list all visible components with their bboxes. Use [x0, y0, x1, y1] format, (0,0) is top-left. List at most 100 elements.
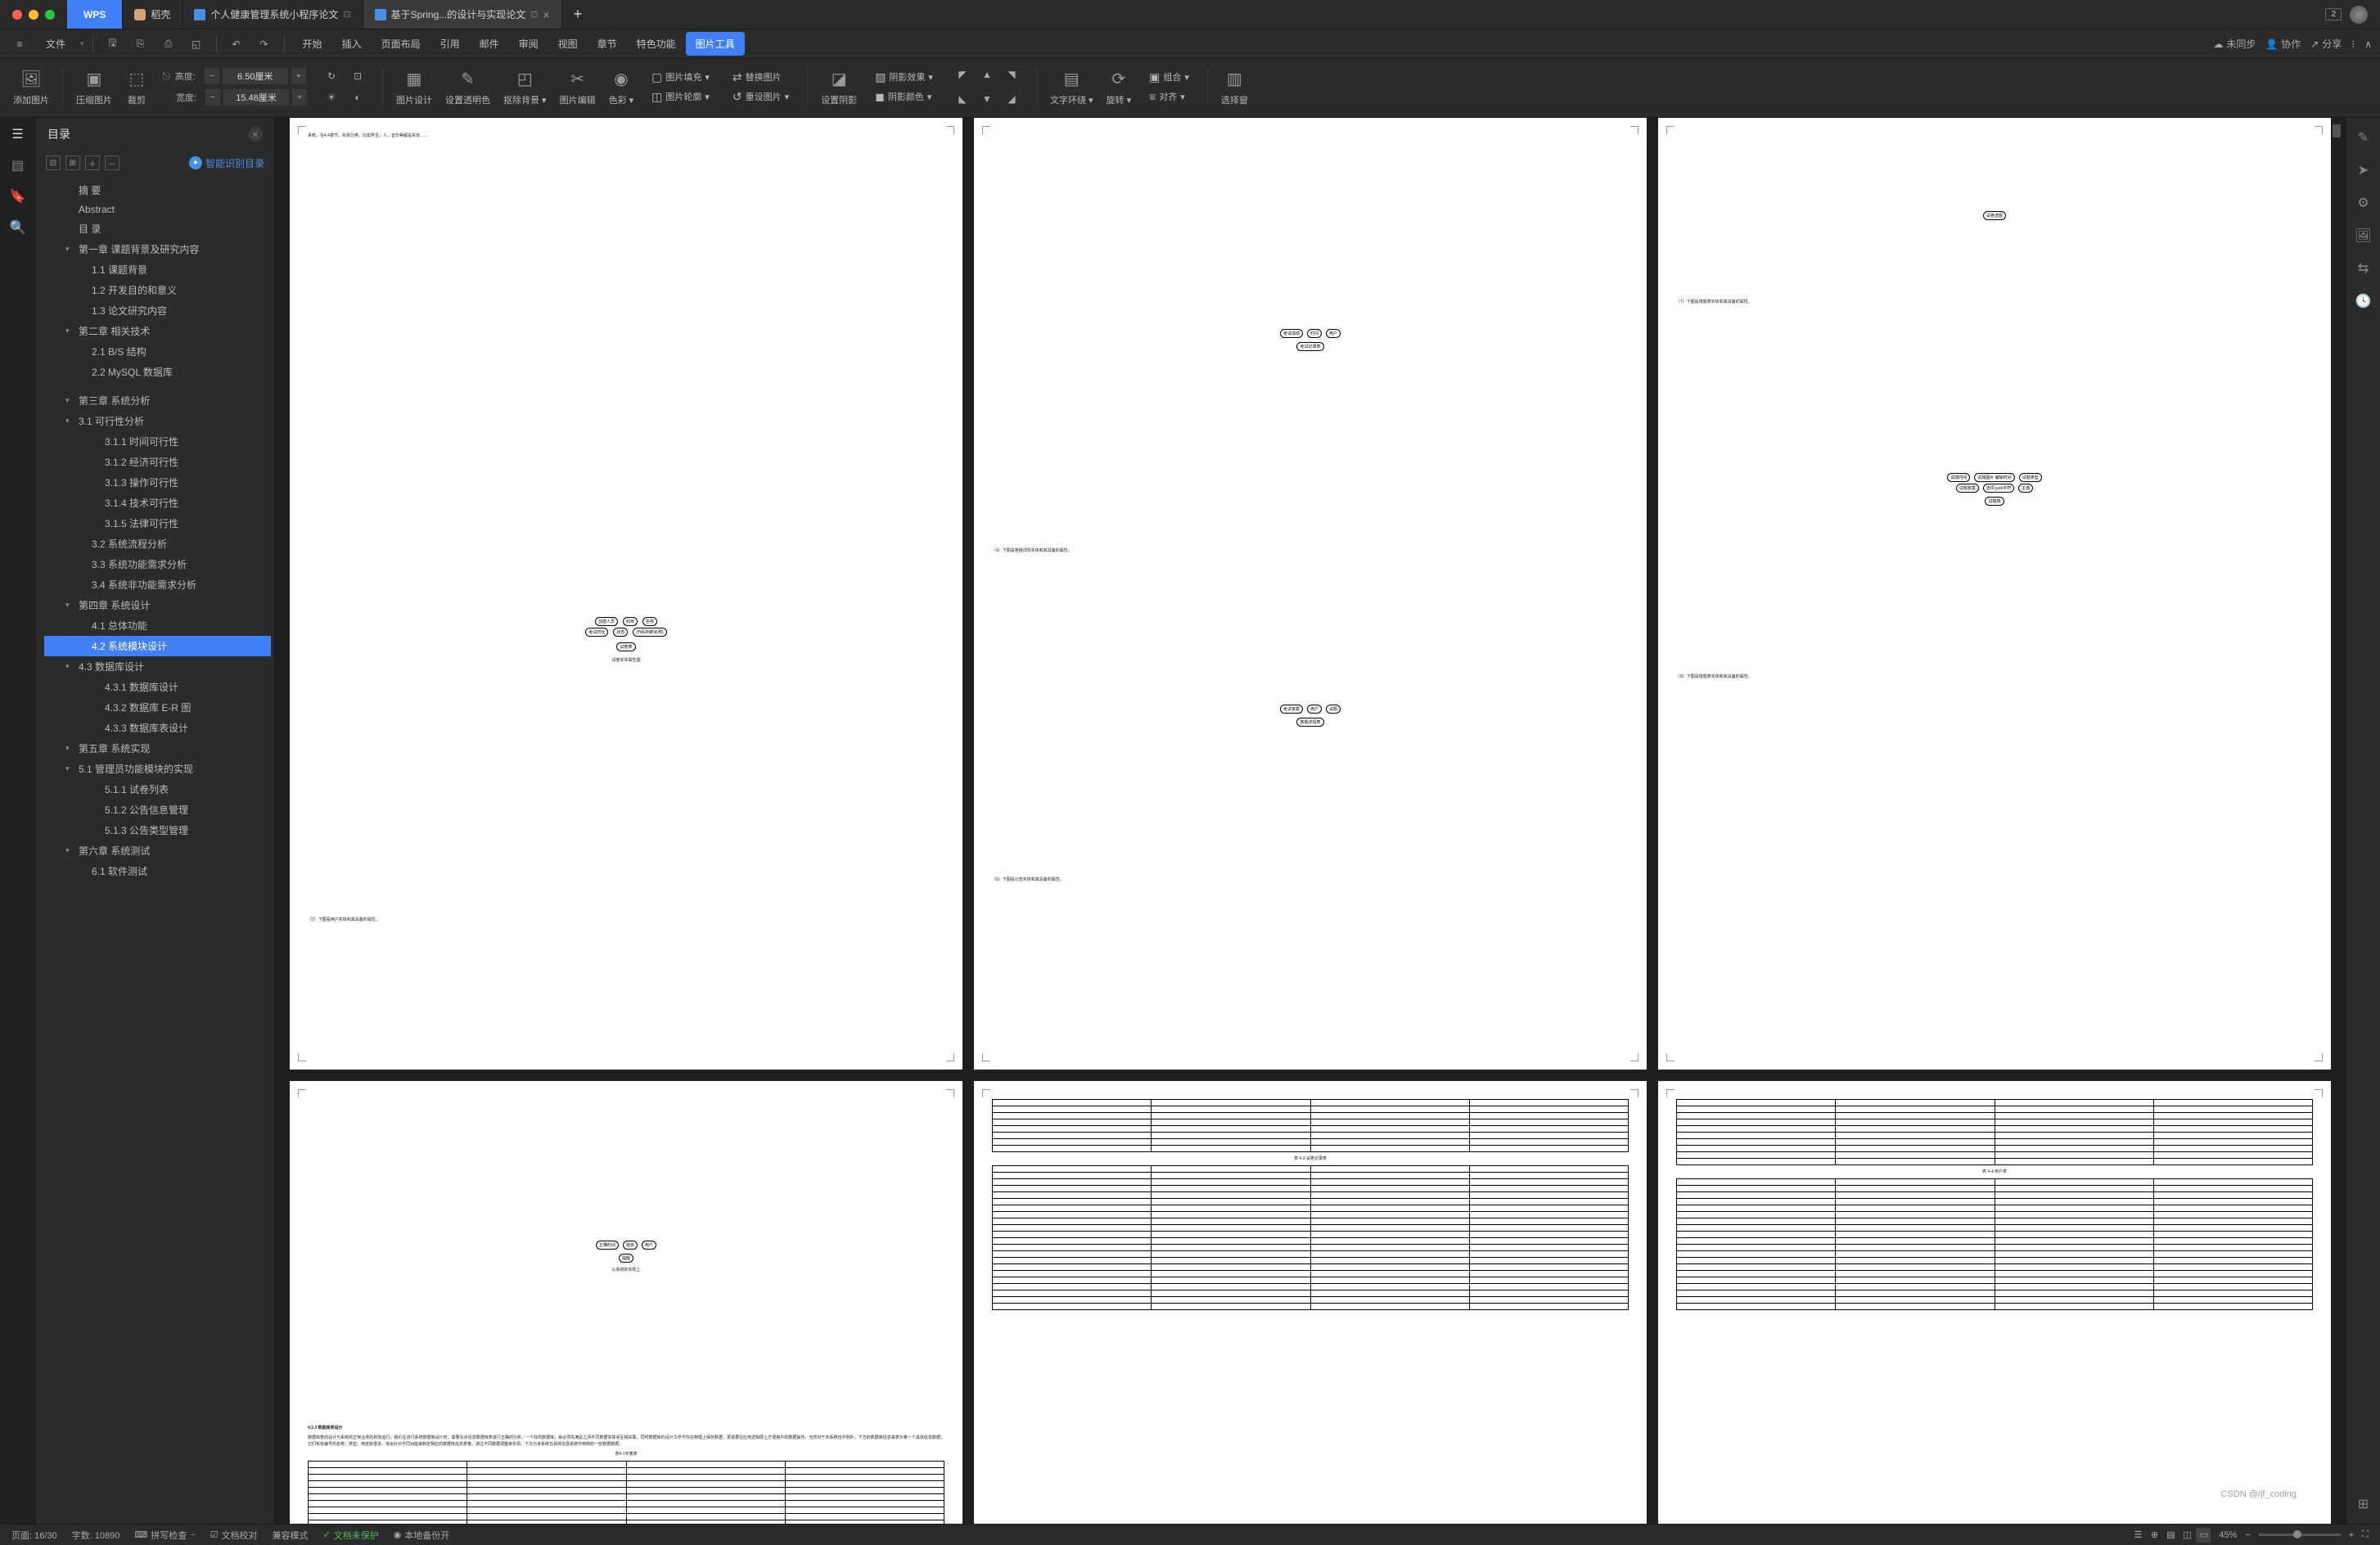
pin-tab-icon[interactable]: ⊡	[530, 9, 538, 20]
image-fill-button[interactable]: ▢图片填充 ▾	[647, 68, 714, 86]
tab-doc-2[interactable]: 基于Spring...的设计与实现论文 ⊡ ×	[363, 0, 562, 29]
fit-page-icon[interactable]: ⛶	[2362, 1529, 2369, 1540]
menu-item-7[interactable]: 章节	[588, 32, 627, 56]
lock-aspect-icon[interactable]: ⎋	[162, 70, 170, 83]
add-image-button[interactable]: 🖼 添加图片	[8, 66, 54, 108]
close-panel-icon[interactable]: ×	[248, 127, 263, 142]
menu-item-6[interactable]: 视图	[548, 32, 588, 56]
sync-status[interactable]: ☁ 未同步	[2213, 37, 2256, 51]
zoom-level[interactable]: 45%	[2219, 1530, 2237, 1540]
replace-image-button[interactable]: ⇄替换图片	[728, 68, 787, 86]
transparency-button[interactable]: ✎ 设置透明色	[440, 66, 495, 108]
pin-tab-icon[interactable]: ⊡	[343, 9, 350, 20]
toc-item[interactable]: 3.4 系统非功能需求分析	[44, 574, 271, 595]
grid-rail-icon[interactable]: ⊞	[2355, 1496, 2372, 1512]
menu-item-5[interactable]: 审阅	[509, 32, 548, 56]
colorize-button[interactable]: ◉ 色彩 ▾	[604, 66, 639, 108]
group-button[interactable]: ▣组合 ▾	[1144, 68, 1194, 86]
user-avatar[interactable]	[2350, 6, 2368, 24]
text-wrap-button[interactable]: ▤ 文字环绕 ▾	[1045, 66, 1098, 108]
settings-rail-icon[interactable]: ⚙	[2355, 195, 2372, 211]
nudge-down-icon[interactable]: ▼	[976, 88, 998, 110]
image-rail-icon[interactable]: 🖼	[2355, 227, 2372, 244]
toc-item[interactable]: 3.1.3 操作可行性	[44, 472, 271, 493]
kebab-menu-icon[interactable]: ⁝	[2351, 38, 2355, 50]
toc-item[interactable]: ▾第三章 系统分析	[44, 390, 271, 411]
width-increase-button[interactable]: +	[292, 89, 307, 106]
toc-item[interactable]: 5.1.1 试卷列表	[44, 779, 271, 800]
compress-image-button[interactable]: ▣ 压缩图片	[71, 66, 117, 108]
search-rail-icon[interactable]: 🔍	[10, 219, 26, 236]
refresh-icon[interactable]: ↻	[320, 65, 343, 88]
toc-item[interactable]: ▾3.1 可行性分析	[44, 411, 271, 431]
collapse-ribbon-icon[interactable]: ∧	[2364, 38, 2372, 50]
shadow-color-button[interactable]: ◼阴影颜色 ▾	[870, 88, 936, 106]
menu-item-1[interactable]: 插入	[332, 32, 372, 56]
document-area[interactable]: 系统。在4.4章节，实体分类，比如学生，人，音乐等都是实体…… 创建人员科目名称…	[275, 118, 2346, 1524]
window-count-badge[interactable]: 2	[2325, 8, 2342, 20]
height-increase-button[interactable]: +	[291, 68, 306, 84]
page-thumbnail[interactable]: 表 4-3 试卷记录表	[974, 1081, 1647, 1524]
toc-item[interactable]: 4.3.2 数据库 E-R 图	[44, 697, 271, 718]
doc-protect-status[interactable]: ✓ 文档未保护	[323, 1529, 379, 1542]
toc-item[interactable]: ▾第二章 相关技术	[44, 321, 271, 341]
page-indicator[interactable]: 页面: 16/30	[11, 1529, 57, 1542]
toc-item[interactable]: 3.1.1 时间可行性	[44, 431, 271, 452]
hamburger-menu-icon[interactable]: ≡	[8, 33, 31, 56]
file-menu[interactable]: 文件	[36, 32, 75, 56]
menu-item-2[interactable]: 页面布局	[372, 32, 430, 56]
menu-item-3[interactable]: 引用	[430, 32, 470, 56]
close-tab-icon[interactable]: ×	[543, 8, 550, 21]
tab-doc-1[interactable]: 个人健康管理系统小程序论文 ⊡	[183, 0, 363, 29]
web-view-icon[interactable]: ⊕	[2147, 1528, 2161, 1543]
convert-rail-icon[interactable]: ⇆	[2355, 260, 2372, 277]
page-thumbnail[interactable]: 表 4-4 用户表	[1658, 1081, 2331, 1524]
wps-home-tab[interactable]: WPS	[67, 0, 123, 29]
maximize-window-button[interactable]	[45, 10, 55, 20]
reset-size-icon[interactable]: ⊡	[346, 65, 369, 88]
minimize-window-button[interactable]	[29, 10, 38, 20]
outline-view-icon[interactable]: ◫	[2179, 1528, 2194, 1543]
pages-rail-icon[interactable]: ▤	[10, 157, 26, 173]
toc-item[interactable]: 3.3 系统功能需求分析	[44, 554, 271, 574]
toc-item[interactable]: ▾第六章 系统测试	[44, 840, 271, 861]
image-edit-button[interactable]: ✂ 图片编辑	[555, 66, 601, 108]
scroll-position-indicator[interactable]	[2333, 124, 2341, 137]
outline-rail-icon[interactable]: ☰	[10, 126, 26, 142]
toc-item[interactable]: Abstract	[44, 200, 271, 218]
toc-item[interactable]: 3.1.5 法律可行性	[44, 513, 271, 534]
doc-check-status[interactable]: ☑ 文档校对	[210, 1529, 258, 1542]
toc-item[interactable]: ▾5.1 管理员功能模块的实现	[44, 759, 271, 779]
remove-bg-button[interactable]: ◰ 抠除背景 ▾	[498, 66, 552, 108]
demote-icon[interactable]: －	[105, 155, 119, 170]
reading-view-icon[interactable]: ☰	[2130, 1528, 2145, 1543]
rotate-button[interactable]: ⟳ 旋转 ▾	[1102, 66, 1137, 108]
toc-item[interactable]: ▾第四章 系统设计	[44, 595, 271, 615]
save-icon[interactable]: 🖫	[101, 33, 124, 56]
fullscreen-view-icon[interactable]: ▭	[2196, 1528, 2211, 1543]
crop-button[interactable]: ⬚ 裁剪	[120, 66, 153, 108]
page-thumbnail[interactable]: 正确时间题目用户 提醒 从系统的实现上 4.3.3 数据库表设计 数据库表的设计…	[290, 1081, 962, 1524]
print-icon[interactable]: ⎙	[157, 33, 180, 56]
toc-item[interactable]: 4.1 总体功能	[44, 615, 271, 636]
word-count[interactable]: 字数: 10890	[72, 1529, 120, 1542]
undo-icon[interactable]: ↶	[225, 33, 248, 56]
bookmark-rail-icon[interactable]: 🔖	[10, 188, 26, 205]
add-tab-button[interactable]: +	[562, 0, 594, 29]
reset-image-button[interactable]: ↺重设图片 ▾	[728, 88, 794, 106]
toc-item[interactable]: ▾第一章 课题背景及研究内容	[44, 239, 271, 259]
pencil-rail-icon[interactable]: ✎	[2355, 129, 2372, 146]
toc-item[interactable]: 1.3 论文研究内容	[44, 300, 271, 321]
toc-item[interactable]: 3.2 系统流程分析	[44, 534, 271, 554]
smart-toc-button[interactable]: ✦ 智能识别目录	[189, 156, 264, 170]
collapse-all-icon[interactable]: ⊟	[46, 155, 61, 170]
page-thumbnail[interactable]: 考试成绩时间用户 考试记录表 （4）下图是答题详情实体和其具备的属性。 考试答案…	[974, 118, 1647, 1070]
menu-item-8[interactable]: 特色功能	[627, 32, 686, 56]
image-outline-button[interactable]: ◫图片轮廓 ▾	[647, 88, 714, 106]
toc-item[interactable]: 摘 要	[44, 180, 271, 200]
menu-item-9[interactable]: 图片工具	[686, 32, 745, 56]
align-button[interactable]: ≡对齐 ▾	[1144, 88, 1190, 106]
menu-item-0[interactable]: 开始	[293, 32, 332, 56]
share-button[interactable]: ↗ 分享	[2310, 37, 2342, 51]
local-backup-status[interactable]: ◉ 本地备份开	[394, 1529, 450, 1542]
